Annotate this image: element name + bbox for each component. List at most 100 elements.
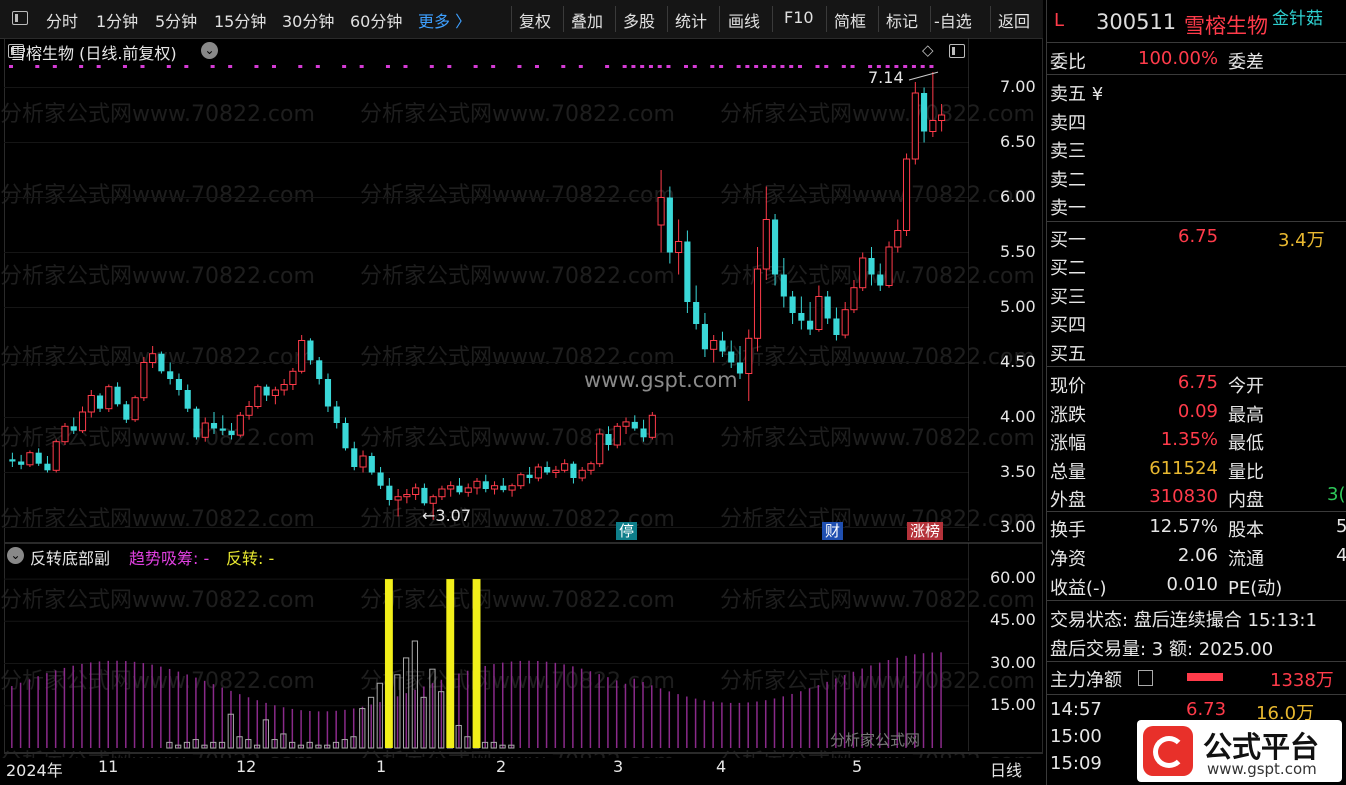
candle[interactable] bbox=[728, 340, 735, 369]
candle[interactable] bbox=[789, 291, 796, 324]
toolbar-1min[interactable]: 1分钟 bbox=[96, 8, 138, 32]
badge-top-gainers[interactable]: 涨榜 bbox=[907, 522, 944, 540]
badge-finance[interactable]: 财 bbox=[822, 522, 844, 540]
candle[interactable] bbox=[26, 450, 34, 468]
period-label[interactable]: 日线 bbox=[990, 757, 1022, 781]
window-icon[interactable] bbox=[12, 11, 28, 25]
candle[interactable] bbox=[490, 481, 499, 495]
candle[interactable] bbox=[333, 401, 340, 429]
candle[interactable] bbox=[850, 280, 858, 313]
toolbar-intraday[interactable]: 分时 bbox=[46, 8, 78, 32]
candle[interactable] bbox=[561, 459, 569, 473]
candle[interactable] bbox=[911, 82, 919, 165]
candle[interactable] bbox=[201, 417, 209, 442]
candle[interactable] bbox=[473, 478, 481, 495]
candle[interactable] bbox=[263, 384, 270, 402]
candle[interactable] bbox=[324, 373, 332, 413]
sub-plot[interactable] bbox=[4, 543, 969, 751]
candle[interactable] bbox=[894, 219, 902, 253]
candle[interactable] bbox=[464, 483, 472, 497]
candle[interactable] bbox=[517, 472, 525, 490]
candle[interactable] bbox=[885, 241, 893, 288]
toolbar-adjust[interactable]: 复权 bbox=[519, 8, 551, 32]
candle[interactable] bbox=[701, 313, 708, 357]
candle[interactable] bbox=[815, 285, 823, 332]
candle[interactable] bbox=[526, 467, 533, 484]
candle[interactable] bbox=[386, 478, 393, 506]
candle[interactable] bbox=[648, 412, 656, 440]
candle[interactable] bbox=[35, 448, 42, 466]
candle[interactable] bbox=[61, 423, 69, 445]
candle[interactable] bbox=[87, 390, 95, 418]
sub-chart[interactable]: ⌄ 反转底部副 趋势吸筹: - 反转: - 分析家公式网 60.00 45.00 3… bbox=[4, 543, 1043, 753]
toolbar-60min[interactable]: 60分钟 bbox=[350, 8, 402, 32]
candle[interactable] bbox=[456, 478, 463, 495]
toolbar-30min[interactable]: 30分钟 bbox=[282, 8, 334, 32]
candle[interactable] bbox=[236, 412, 244, 438]
candle[interactable] bbox=[123, 401, 130, 423]
candle[interactable] bbox=[929, 72, 937, 137]
candle[interactable] bbox=[921, 87, 928, 143]
candle[interactable] bbox=[158, 351, 165, 374]
toolbar-simple[interactable]: 简框 bbox=[834, 8, 866, 32]
candle[interactable] bbox=[902, 153, 911, 237]
candle[interactable] bbox=[666, 186, 673, 264]
candle[interactable] bbox=[578, 467, 586, 482]
candle[interactable] bbox=[771, 214, 779, 286]
candle[interactable] bbox=[570, 461, 577, 484]
candle[interactable] bbox=[482, 474, 489, 493]
candle[interactable] bbox=[193, 406, 200, 440]
candle[interactable] bbox=[9, 452, 16, 467]
toolbar-overlay[interactable]: 叠加 bbox=[571, 8, 603, 32]
candle[interactable] bbox=[859, 252, 867, 292]
candle[interactable] bbox=[412, 483, 420, 501]
toolbar-watchlist[interactable]: -自选 bbox=[934, 8, 972, 32]
candle[interactable] bbox=[210, 412, 218, 434]
candle[interactable] bbox=[44, 456, 51, 473]
candle[interactable] bbox=[552, 465, 560, 478]
candle[interactable] bbox=[351, 441, 358, 471]
toolbar-stats[interactable]: 统计 bbox=[675, 8, 707, 32]
toolbar-draw[interactable]: 画线 bbox=[728, 8, 760, 32]
candle[interactable] bbox=[342, 417, 349, 451]
toolbar-multi[interactable]: 多股 bbox=[623, 8, 655, 32]
candle[interactable] bbox=[298, 335, 306, 374]
candle[interactable] bbox=[52, 439, 60, 473]
candle[interactable] bbox=[719, 331, 726, 357]
candle[interactable] bbox=[70, 417, 77, 435]
candle[interactable] bbox=[824, 291, 831, 324]
candle[interactable] bbox=[938, 104, 946, 132]
candle[interactable] bbox=[175, 373, 183, 396]
candle[interactable] bbox=[289, 368, 297, 390]
candle[interactable] bbox=[762, 186, 770, 281]
candle[interactable] bbox=[228, 423, 235, 440]
main-chart[interactable]: 雪榕生物 (日线.前复权) ⌄ ◇ www.gspt.com 7.14 ←3.0… bbox=[4, 38, 1043, 543]
kline-plot[interactable] bbox=[4, 38, 969, 541]
candle[interactable] bbox=[307, 338, 314, 365]
toolbar-15min[interactable]: 15分钟 bbox=[214, 8, 266, 32]
candle[interactable] bbox=[421, 483, 428, 506]
candle[interactable] bbox=[684, 230, 691, 314]
candle[interactable] bbox=[675, 219, 683, 275]
candle[interactable] bbox=[219, 415, 226, 436]
candle[interactable] bbox=[447, 481, 455, 497]
candle[interactable] bbox=[359, 450, 367, 473]
toolbar-mark[interactable]: 标记 bbox=[886, 8, 918, 32]
candle[interactable] bbox=[377, 467, 384, 489]
concept-tag[interactable]: 金针菇 bbox=[1272, 4, 1323, 29]
candle[interactable] bbox=[438, 485, 446, 500]
candle[interactable] bbox=[710, 335, 718, 363]
candle[interactable] bbox=[877, 263, 884, 292]
candle[interactable] bbox=[280, 379, 288, 396]
candle[interactable] bbox=[605, 426, 612, 451]
candle[interactable] bbox=[105, 384, 113, 413]
candle[interactable] bbox=[245, 401, 253, 420]
candle[interactable] bbox=[140, 357, 148, 401]
candle[interactable] bbox=[833, 307, 840, 341]
candle[interactable] bbox=[780, 258, 787, 308]
candle[interactable] bbox=[534, 463, 542, 482]
candle[interactable] bbox=[622, 417, 630, 435]
candle[interactable] bbox=[657, 170, 665, 253]
badge-suspend[interactable]: 停 bbox=[616, 522, 638, 540]
candle[interactable] bbox=[78, 406, 87, 433]
